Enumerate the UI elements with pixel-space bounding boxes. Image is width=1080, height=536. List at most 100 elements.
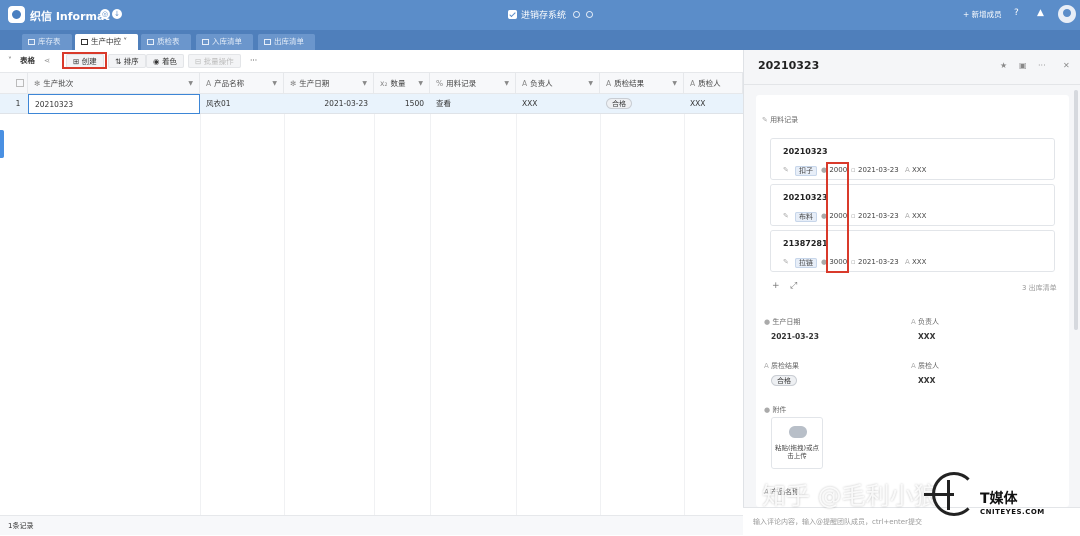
batch-label: 批量操作 bbox=[203, 57, 234, 66]
material-section-label: ✎ 用料记录 bbox=[762, 116, 799, 124]
col-label: 负责人 bbox=[530, 79, 553, 88]
share-icon[interactable]: ⋖ bbox=[44, 54, 50, 68]
brand-name: 织信 Informat bbox=[30, 10, 110, 23]
app-logo-icon[interactable] bbox=[8, 6, 25, 23]
more-button[interactable]: ··· bbox=[250, 54, 257, 68]
col-label: 生产批次 bbox=[43, 79, 74, 88]
select-all-checkbox[interactable] bbox=[0, 73, 28, 94]
batch-button[interactable]: ⊟ 批量操作 bbox=[188, 54, 241, 68]
material-record-card[interactable]: 20210323 ✎ 布料 ● 2000 ▫ 2021-03-23 A XXX bbox=[770, 184, 1055, 226]
material-link[interactable]: 查看 bbox=[430, 94, 516, 114]
tab-production-control[interactable]: 生产中控 ˅ bbox=[75, 34, 138, 50]
close-icon[interactable]: ✕ bbox=[1063, 61, 1070, 70]
collapse-chevron-icon[interactable]: ˅ bbox=[8, 54, 12, 68]
col-date[interactable]: ✻ 生产日期 ▼ bbox=[284, 73, 374, 94]
col-label: 生产日期 bbox=[299, 79, 330, 88]
qty-highlight-box bbox=[826, 162, 849, 273]
table-icon bbox=[264, 39, 271, 45]
attach-label-text: 附件 bbox=[772, 406, 787, 414]
qc-field-value[interactable]: 合格 bbox=[771, 375, 797, 386]
tab-label: 入库清单 bbox=[212, 37, 242, 46]
help-icon[interactable]: ? bbox=[1014, 8, 1019, 18]
table-toolbar: ˅ 表格 ⋖ ⊞ 创建 ⇅ 排序 ◉ 着色 ⊟ 批量操作 ··· bbox=[0, 50, 743, 72]
record-id: 20210323 bbox=[783, 193, 828, 202]
col-label: 质检人 bbox=[698, 79, 721, 88]
outbound-link[interactable]: 3 出库清单 bbox=[1022, 283, 1057, 293]
sort-label: 排序 bbox=[123, 57, 139, 66]
item-tag-text: 拉链 bbox=[795, 258, 817, 268]
col-label: 产品名称 bbox=[214, 79, 245, 88]
tab-label: 出库清单 bbox=[274, 37, 304, 46]
upload-dropzone[interactable]: 粘贴(拖拽)或点击上传 bbox=[771, 417, 823, 469]
col-product[interactable]: A 产品名称 ▼ bbox=[200, 73, 284, 94]
add-member-button[interactable]: + 新增成员 bbox=[963, 9, 1002, 20]
col-owner[interactable]: A 负责人 ▼ bbox=[516, 73, 600, 94]
panel-scrollbar[interactable] bbox=[1074, 90, 1078, 330]
person-text: XXX bbox=[912, 258, 927, 266]
tab-quality[interactable]: 质检表 bbox=[141, 34, 191, 50]
owner-cell[interactable]: XXX bbox=[516, 94, 600, 114]
qty-cell[interactable]: 1500 bbox=[374, 94, 430, 114]
view-label[interactable]: 表格 bbox=[20, 54, 35, 68]
item-tag-text: 布料 bbox=[795, 212, 817, 222]
inspector-field-value[interactable]: XXX bbox=[918, 376, 935, 385]
batch-cell[interactable]: 20210323 bbox=[28, 94, 200, 114]
qc-result-cell[interactable]: 合格 bbox=[600, 94, 684, 114]
add-record-icon[interactable]: + bbox=[772, 281, 780, 291]
col-batch[interactable]: ✻ 生产批次 ▼ bbox=[28, 73, 200, 94]
top-bar: 织信 Informat ◎ ↓ 进销存系统 + 新增成员 ? ▲ bbox=[0, 0, 1080, 30]
qc-field-label: A 质检结果 bbox=[764, 362, 800, 370]
item-tag: 扣子 bbox=[795, 166, 817, 176]
inspector-field-label-text: 质检人 bbox=[918, 362, 940, 370]
upload-text: 粘贴(拖拽)或点击上传 bbox=[774, 444, 820, 460]
person-text: XXX bbox=[912, 212, 927, 220]
expand-icon[interactable]: ⤢ bbox=[790, 281, 797, 291]
star-icon[interactable]: ★ bbox=[1000, 61, 1007, 70]
add-member-label: 新增成员 bbox=[971, 10, 1002, 19]
column-divider bbox=[600, 114, 601, 515]
inspector-cell[interactable]: XXX bbox=[684, 94, 743, 114]
date-value: ▫ 2021-03-23 bbox=[851, 212, 899, 220]
tab-inventory[interactable]: 库存表 bbox=[22, 34, 72, 50]
system-check-icon bbox=[508, 10, 517, 19]
delete-icon[interactable]: ▣ bbox=[1019, 61, 1027, 70]
col-inspector[interactable]: A 质检人 bbox=[684, 73, 743, 94]
material-record-card[interactable]: 21387281 ✎ 拉链 ● 3000 ▫ 2021-03-23 A XXX bbox=[770, 230, 1055, 272]
col-qty[interactable]: x₂ 数量 ▼ bbox=[374, 73, 430, 94]
system-title[interactable]: 进销存系统 bbox=[508, 8, 566, 21]
tab-outbound[interactable]: 出库清单 bbox=[258, 34, 315, 50]
bell-icon[interactable]: ▲ bbox=[1037, 8, 1044, 18]
tab-inbound[interactable]: 入库清单 bbox=[196, 34, 253, 50]
info-icon[interactable] bbox=[586, 11, 593, 18]
qc-field-pill: 合格 bbox=[771, 375, 797, 386]
material-record-card[interactable]: 20210323 ✎ 扣子 ● 2000 ▫ 2021-03-23 A XXX bbox=[770, 138, 1055, 180]
expand-sidebar-handle[interactable] bbox=[0, 130, 4, 158]
panel-body: ✎ 用料记录 20210323 ✎ 扣子 ● 2000 ▫ 2021-03-23… bbox=[756, 95, 1069, 507]
date-field-label-text: 生产日期 bbox=[772, 318, 801, 326]
date-value: ▫ 2021-03-23 bbox=[851, 258, 899, 266]
settings-icon[interactable] bbox=[573, 11, 580, 18]
color-button[interactable]: ◉ 着色 bbox=[146, 54, 184, 68]
date-text: 2021-03-23 bbox=[857, 258, 899, 266]
sort-button[interactable]: ⇅ 排序 bbox=[108, 54, 146, 68]
owner-field-label-text: 负责人 bbox=[918, 318, 940, 326]
row-index: 1 bbox=[15, 99, 21, 108]
record-id: 20210323 bbox=[783, 147, 828, 156]
qc-field-label-text: 质检结果 bbox=[771, 362, 800, 370]
owner-field-value[interactable]: XXX bbox=[918, 332, 935, 341]
product-cell[interactable]: 风衣01 bbox=[200, 94, 284, 114]
globe-icon[interactable]: ◎ bbox=[100, 9, 110, 19]
link-icon: ✎ bbox=[783, 258, 789, 266]
person-value: A XXX bbox=[905, 166, 927, 174]
item-tag: 拉链 bbox=[795, 258, 817, 268]
more-icon[interactable]: ··· bbox=[1038, 61, 1046, 70]
download-icon[interactable]: ↓ bbox=[112, 9, 122, 19]
col-qc-result[interactable]: A 质检结果 ▼ bbox=[600, 73, 684, 94]
col-material[interactable]: % 用料记录 ▼ bbox=[430, 73, 516, 94]
record-count: 1条记录 bbox=[0, 515, 743, 535]
date-cell[interactable]: 2021-03-23 bbox=[284, 94, 374, 114]
table-row[interactable]: 1 20210323 风衣01 2021-03-23 1500 查看 XXX 合… bbox=[0, 94, 743, 114]
user-avatar[interactable] bbox=[1058, 5, 1076, 23]
date-field-value[interactable]: 2021-03-23 bbox=[771, 332, 819, 341]
item-tag-text: 扣子 bbox=[795, 166, 817, 176]
